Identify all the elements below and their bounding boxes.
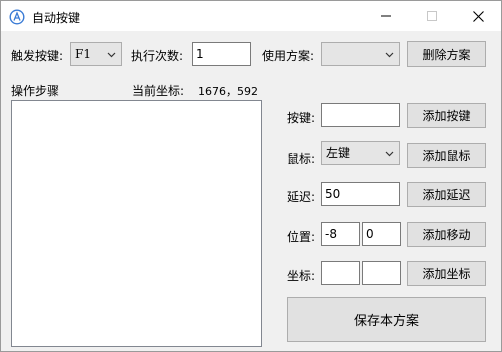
window-title: 自动按键 xyxy=(32,11,81,25)
key-input[interactable] xyxy=(321,103,400,127)
mouse-value: 左键 xyxy=(326,146,351,160)
execution-count-input[interactable]: 1 xyxy=(192,42,251,66)
add-key-button[interactable]: 添加按键 xyxy=(407,103,486,128)
coord-label: 坐标: xyxy=(287,269,316,283)
trigger-key-label: 触发按键: xyxy=(11,49,64,63)
mouse-select[interactable]: 左键 xyxy=(321,141,400,165)
trigger-key-select[interactable]: F1 xyxy=(70,42,122,66)
mouse-label: 鼠标: xyxy=(287,152,316,166)
delay-input[interactable]: 50 xyxy=(321,182,400,206)
chevron-down-icon xyxy=(385,151,394,157)
app-window: 自动按键 触发按键: F1 执行次数: 1 使用方案: 删除方案 操作步骤 当前… xyxy=(0,0,502,352)
add-coord-button[interactable]: 添加坐标 xyxy=(407,261,486,286)
coord-x-input[interactable] xyxy=(321,261,360,285)
current-coord-value: 1676，592 xyxy=(198,85,258,98)
position-x-input[interactable]: -8 xyxy=(321,222,360,246)
coord-y-input[interactable] xyxy=(362,261,401,285)
minimize-icon xyxy=(381,15,391,17)
position-label: 位置: xyxy=(287,230,316,244)
execution-count-label: 执行次数: xyxy=(131,49,184,63)
chevron-down-icon xyxy=(385,52,394,58)
scheme-label: 使用方案: xyxy=(262,49,315,63)
minimize-button[interactable] xyxy=(363,1,409,31)
title-bar: 自动按键 xyxy=(1,1,501,31)
maximize-icon xyxy=(427,11,437,21)
maximize-button[interactable] xyxy=(409,1,455,31)
close-icon xyxy=(472,10,484,22)
chevron-down-icon xyxy=(107,52,116,58)
add-move-button[interactable]: 添加移动 xyxy=(407,222,486,247)
delay-label: 延迟: xyxy=(287,190,316,204)
app-logo-icon xyxy=(9,9,25,25)
save-scheme-button[interactable]: 保存本方案 xyxy=(287,297,486,342)
position-y-input[interactable]: 0 xyxy=(362,222,401,246)
add-delay-button[interactable]: 添加延迟 xyxy=(407,182,486,207)
add-mouse-button[interactable]: 添加鼠标 xyxy=(407,143,486,168)
scheme-select[interactable] xyxy=(321,42,400,66)
delete-scheme-button[interactable]: 删除方案 xyxy=(407,41,486,67)
steps-list[interactable] xyxy=(11,100,262,347)
steps-label: 操作步骤 xyxy=(11,84,60,98)
trigger-key-value: F1 xyxy=(75,47,91,61)
key-label: 按键: xyxy=(287,111,316,125)
current-coord-label: 当前坐标: xyxy=(132,84,185,98)
close-button[interactable] xyxy=(455,1,501,31)
